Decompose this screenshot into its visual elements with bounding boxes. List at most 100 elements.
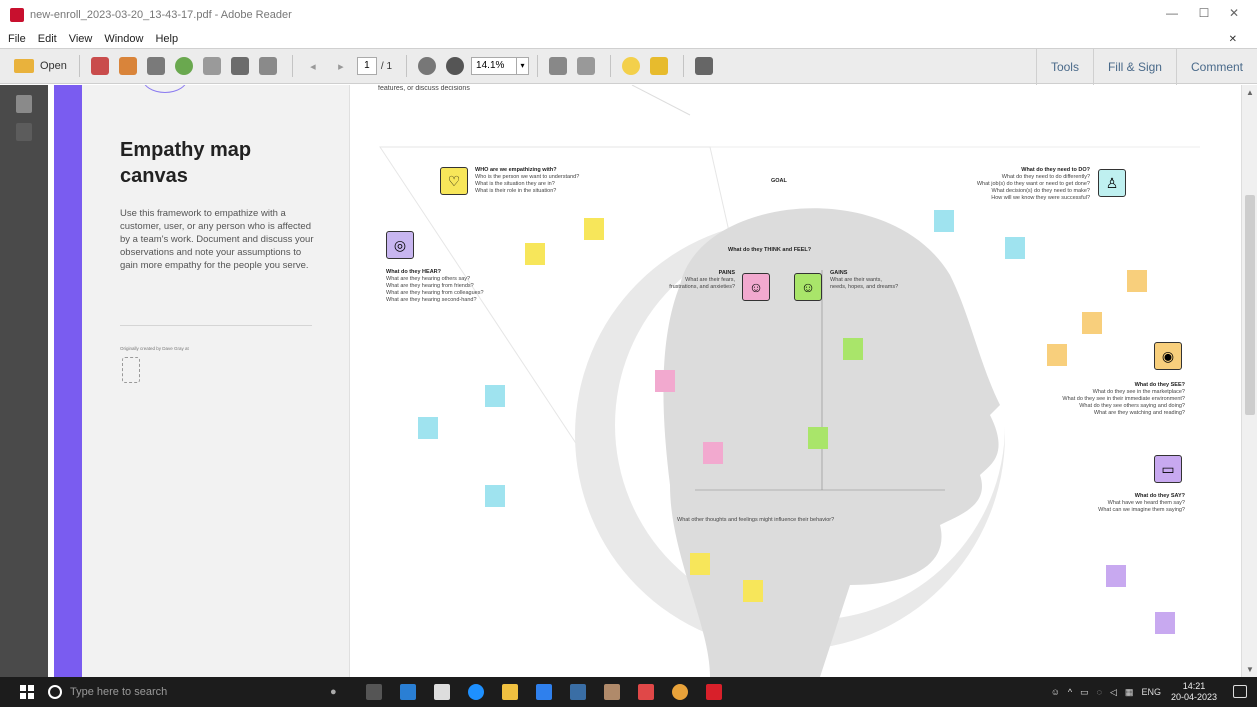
toolbar-divider bbox=[610, 55, 612, 77]
sticky-note[interactable] bbox=[584, 218, 604, 240]
sticky-note[interactable] bbox=[485, 385, 505, 407]
close-document-button[interactable]: ✕ bbox=[1229, 34, 1237, 45]
page-number-input[interactable]: 1 bbox=[356, 57, 377, 75]
app-icon[interactable] bbox=[569, 684, 586, 700]
edit-button[interactable] bbox=[144, 54, 168, 78]
person-icon: ♙ bbox=[1098, 169, 1126, 197]
mail-app-icon[interactable] bbox=[399, 684, 416, 700]
fit-page-button[interactable] bbox=[574, 54, 598, 78]
battery-icon[interactable]: ▭ bbox=[1080, 687, 1089, 698]
attachments-icon[interactable] bbox=[16, 123, 32, 141]
sticky-note[interactable] bbox=[525, 243, 545, 265]
sticky-note[interactable] bbox=[934, 210, 954, 232]
network-icon[interactable]: ◌ bbox=[1097, 687, 1102, 697]
volume-icon[interactable]: ◁ bbox=[1110, 687, 1117, 698]
menu-file[interactable]: File bbox=[8, 33, 26, 45]
highlight-icon bbox=[650, 57, 669, 75]
next-page-button[interactable]: ▸ bbox=[329, 54, 353, 78]
sticky-note[interactable] bbox=[1082, 312, 1102, 334]
convert-button[interactable] bbox=[116, 54, 140, 78]
menu-help[interactable]: Help bbox=[155, 33, 178, 45]
sticky-note[interactable] bbox=[743, 580, 763, 602]
fullscreen-icon bbox=[695, 57, 714, 75]
menu-window[interactable]: Window bbox=[104, 33, 143, 45]
language-indicator[interactable]: ENG bbox=[1141, 687, 1161, 697]
sticky-note[interactable] bbox=[1127, 270, 1147, 292]
highlight-button[interactable] bbox=[647, 54, 671, 78]
fullscreen-button[interactable] bbox=[692, 54, 716, 78]
zoom-level-input[interactable]: 14.1% bbox=[471, 57, 518, 75]
menu-edit[interactable]: Edit bbox=[38, 33, 57, 45]
sticky-note[interactable] bbox=[1047, 344, 1067, 366]
sticky-note[interactable] bbox=[1155, 612, 1175, 634]
menu-view[interactable]: View bbox=[69, 33, 93, 45]
sticky-note[interactable] bbox=[418, 417, 438, 439]
cortana-icon[interactable] bbox=[48, 685, 62, 699]
scrollbar-thumb[interactable] bbox=[1245, 195, 1255, 415]
taskbar-search-input[interactable]: Type here to search bbox=[70, 686, 330, 698]
chrome-browser-icon[interactable] bbox=[671, 684, 688, 700]
xplane-logo bbox=[122, 357, 140, 383]
need-to-do-section: What do they need to DO? What do they ne… bbox=[976, 167, 1090, 201]
comment-button[interactable] bbox=[619, 54, 643, 78]
zoom-in-button[interactable] bbox=[443, 54, 467, 78]
open-button[interactable]: Open bbox=[14, 54, 67, 78]
sticky-note[interactable] bbox=[1005, 237, 1025, 259]
comment-icon bbox=[622, 57, 641, 75]
app-icon[interactable] bbox=[535, 684, 552, 700]
window-title: new-enroll_2023-03-20_13-43-17.pdf - Ado… bbox=[30, 9, 292, 21]
create-pdf-button[interactable] bbox=[88, 54, 112, 78]
windows-start-button[interactable] bbox=[20, 685, 34, 699]
minimize-button[interactable]: — bbox=[1157, 6, 1187, 20]
scroll-down-icon[interactable]: ▼ bbox=[1246, 665, 1254, 674]
accent-bar bbox=[54, 85, 82, 677]
clock-date: 20-04-2023 bbox=[1170, 692, 1217, 702]
think-feel-label: What do they THINK and FEEL? bbox=[728, 247, 812, 253]
sticky-note[interactable] bbox=[1106, 565, 1126, 587]
sticky-note[interactable] bbox=[703, 442, 723, 464]
sticky-note[interactable] bbox=[690, 553, 710, 575]
page-total: / 1 bbox=[380, 60, 393, 72]
zoom-out-icon bbox=[418, 57, 437, 75]
zoom-out-button[interactable] bbox=[415, 54, 439, 78]
speech-icon: ▭ bbox=[1154, 455, 1182, 483]
prev-page-button[interactable]: ◂ bbox=[301, 54, 325, 78]
keyboard-icon[interactable]: ▦ bbox=[1125, 687, 1134, 698]
folder-icon bbox=[14, 59, 34, 73]
tools-link[interactable]: Tools bbox=[1035, 49, 1093, 85]
sticky-note[interactable] bbox=[655, 370, 675, 392]
adobe-reader-icon bbox=[10, 8, 24, 22]
clock[interactable]: 14:21 20-04-2023 bbox=[1171, 681, 1217, 703]
print-button[interactable] bbox=[228, 54, 252, 78]
page-thumbnails-icon[interactable] bbox=[16, 95, 32, 113]
save-button[interactable] bbox=[200, 54, 224, 78]
cloud-button[interactable] bbox=[172, 54, 196, 78]
file-explorer-icon[interactable] bbox=[501, 684, 518, 700]
scroll-up-icon[interactable]: ▲ bbox=[1246, 88, 1254, 97]
fit-width-button[interactable] bbox=[546, 54, 570, 78]
hear-section: What do they HEAR? What are they hearing… bbox=[386, 269, 484, 303]
maximize-button[interactable]: ☐ bbox=[1189, 6, 1219, 20]
task-view-icon[interactable] bbox=[365, 684, 382, 700]
cloud-icon bbox=[174, 57, 193, 75]
tray-expand-icon[interactable]: ^ bbox=[1068, 687, 1072, 697]
people-icon[interactable]: ☺ bbox=[1051, 687, 1060, 697]
adobe-reader-taskbar-icon[interactable] bbox=[705, 684, 722, 700]
vertical-scrollbar[interactable]: ▲ ▼ bbox=[1241, 85, 1257, 677]
email-button[interactable] bbox=[256, 54, 280, 78]
app-icon[interactable] bbox=[637, 684, 654, 700]
comment-link[interactable]: Comment bbox=[1175, 49, 1257, 85]
zoom-dropdown-button[interactable]: ▾ bbox=[517, 57, 530, 75]
app-icon[interactable] bbox=[603, 684, 620, 700]
fill-sign-link[interactable]: Fill & Sign bbox=[1092, 49, 1176, 85]
edge-browser-icon[interactable] bbox=[467, 684, 484, 700]
sticky-note[interactable] bbox=[843, 338, 863, 360]
notifications-icon[interactable] bbox=[1233, 685, 1247, 698]
sticky-note[interactable] bbox=[808, 427, 828, 449]
microphone-icon[interactable]: ● bbox=[330, 686, 337, 698]
intro-text-line: features, or discuss decisions bbox=[378, 85, 470, 92]
close-window-button[interactable]: ✕ bbox=[1219, 6, 1249, 20]
sticky-note[interactable] bbox=[485, 485, 505, 507]
zoom-in-icon bbox=[446, 57, 465, 75]
store-app-icon[interactable] bbox=[433, 684, 450, 700]
